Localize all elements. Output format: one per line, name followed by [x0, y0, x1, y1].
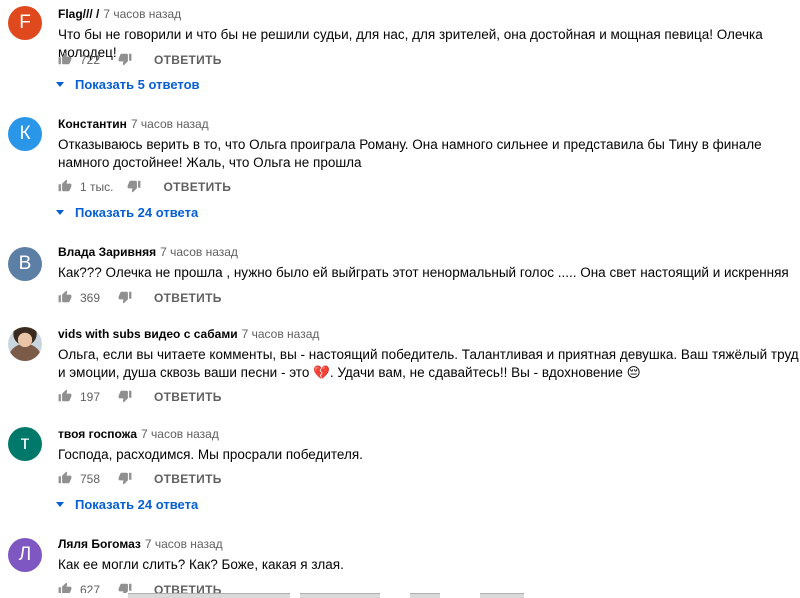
- comment-actions: 1 тыс. ОТВЕТИТЬ: [58, 178, 231, 196]
- avatar[interactable]: т: [8, 427, 42, 461]
- comment-time[interactable]: 7 часов назад: [103, 7, 181, 21]
- thumbs-up-icon[interactable]: [58, 179, 72, 196]
- comment-text: Ольга, если вы читаете комменты, вы - на…: [58, 347, 799, 380]
- avatar[interactable]: В: [8, 247, 42, 281]
- show-replies-label: Показать 5 ответов: [75, 77, 200, 92]
- reply-button[interactable]: ОТВЕТИТЬ: [154, 472, 222, 486]
- avatar[interactable]: F: [8, 6, 42, 40]
- thumbs-up-icon[interactable]: [58, 471, 72, 488]
- comment-actions: 197 ОТВЕТИТЬ: [58, 388, 222, 406]
- taskbar-edge: [0, 593, 800, 598]
- show-replies-label: Показать 24 ответа: [75, 497, 199, 512]
- comment-author[interactable]: vids with subs видео с сабами: [58, 327, 238, 341]
- reply-button[interactable]: ОТВЕТИТЬ: [154, 291, 222, 305]
- taskbar-item[interactable]: [410, 593, 440, 598]
- comment-header: vids with subs видео с сабами 7 часов наз…: [58, 327, 319, 341]
- show-replies-button[interactable]: Показать 24 ответа: [56, 497, 198, 512]
- like-count: 197: [80, 390, 101, 404]
- caret-down-icon: [56, 82, 64, 87]
- thumbs-up-icon[interactable]: [58, 389, 72, 406]
- comment-author[interactable]: Ляля Богомаз: [58, 537, 141, 551]
- comment-time[interactable]: 7 часов назад: [145, 537, 223, 551]
- comment-actions: 369 ОТВЕТИТЬ: [58, 289, 222, 307]
- caret-down-icon: [56, 502, 64, 507]
- comment-actions: 722 ОТВЕТИТЬ: [58, 51, 222, 69]
- show-replies-label: Показать 24 ответа: [75, 205, 199, 220]
- like-count: 1 тыс.: [80, 180, 114, 194]
- thumbs-up-icon[interactable]: [58, 290, 72, 307]
- thumbs-down-icon[interactable]: [118, 52, 132, 69]
- comment-header: Константин 7 часов назад: [58, 117, 209, 131]
- thumbs-down-icon[interactable]: [118, 290, 132, 307]
- comment-author[interactable]: Flag/// /: [58, 7, 99, 21]
- avatar[interactable]: Л: [8, 538, 42, 572]
- avatar[interactable]: [8, 327, 42, 361]
- comment-header: Влада Заривняя 7 часов назад: [58, 245, 238, 259]
- taskbar-item[interactable]: [480, 593, 524, 598]
- comment-header: твоя госпожа 7 часов назад: [58, 427, 219, 441]
- thumbs-up-icon[interactable]: [58, 52, 72, 69]
- thumbs-down-icon[interactable]: [118, 471, 132, 488]
- like-count: 369: [80, 291, 101, 305]
- comment-header: Flag/// / 7 часов назад: [58, 7, 181, 21]
- taskbar-item[interactable]: [300, 593, 380, 598]
- show-replies-button[interactable]: Показать 5 ответов: [56, 77, 200, 92]
- comment-header: Ляля Богомаз 7 часов назад: [58, 537, 223, 551]
- comment-text: Отказываюсь верить в то, что Ольга проиг…: [58, 137, 762, 170]
- reply-button[interactable]: ОТВЕТИТЬ: [163, 180, 231, 194]
- taskbar-item[interactable]: [128, 593, 290, 598]
- comment-text: Господа, расходимся. Мы просрали победит…: [58, 447, 363, 462]
- like-count: 758: [80, 472, 101, 486]
- comment-text: Как ее могли слить? Как? Боже, какая я з…: [58, 557, 344, 572]
- thumbs-down-icon[interactable]: [127, 179, 141, 196]
- comment-text: Как??? Олечка не прошла , нужно было ей …: [58, 265, 789, 280]
- comment-author[interactable]: Влада Заривняя: [58, 245, 156, 259]
- reply-button[interactable]: ОТВЕТИТЬ: [154, 390, 222, 404]
- comment-author[interactable]: твоя госпожа: [58, 427, 137, 441]
- comment-actions: 758 ОТВЕТИТЬ: [58, 470, 222, 488]
- thumbs-down-icon[interactable]: [118, 389, 132, 406]
- comment-author[interactable]: Константин: [58, 117, 127, 131]
- comment-time[interactable]: 7 часов назад: [242, 327, 320, 341]
- reply-button[interactable]: ОТВЕТИТЬ: [154, 53, 222, 67]
- comment-time[interactable]: 7 часов назад: [141, 427, 219, 441]
- avatar[interactable]: К: [8, 117, 42, 151]
- comments-section: F Flag/// /7 часов назад Что бы не говор…: [0, 0, 800, 598]
- like-count: 722: [80, 53, 101, 67]
- caret-down-icon: [56, 210, 64, 215]
- comment-time[interactable]: 7 часов назад: [160, 245, 238, 259]
- show-replies-button[interactable]: Показать 24 ответа: [56, 205, 198, 220]
- comment-time[interactable]: 7 часов назад: [131, 117, 209, 131]
